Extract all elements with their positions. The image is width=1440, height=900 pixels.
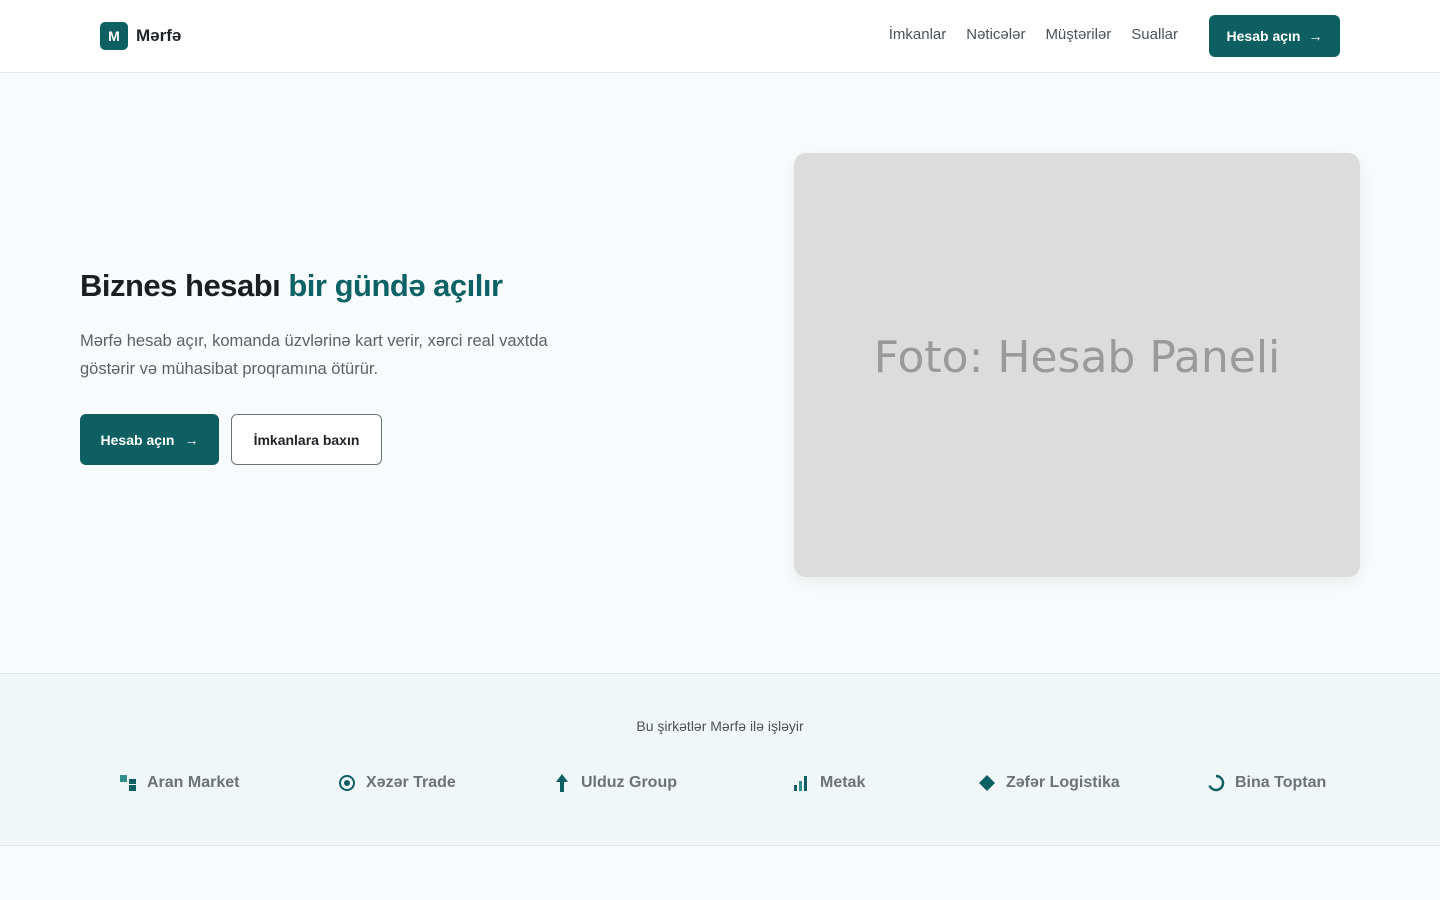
- company-ulduz-group: Ulduz Group: [553, 774, 677, 792]
- hero-image-placeholder: Foto: Hesab Paneli: [794, 153, 1360, 577]
- hero-secondary-label: İmkanlara baxın: [253, 431, 360, 448]
- partners-title: Bu şirkətlər Mərfə ilə işləyir: [636, 718, 804, 734]
- target-icon: [338, 774, 356, 792]
- refresh-arc-icon: [1207, 774, 1225, 792]
- company-metak: Metak: [792, 774, 865, 792]
- bar-chart-icon: [792, 774, 810, 792]
- logo-mark-icon: M: [100, 22, 128, 50]
- site-header: M Mərfə İmkanlar Nəticələr Müştərilər Su…: [0, 0, 1440, 73]
- header-cta-label: Hesab açın: [1226, 28, 1301, 44]
- brand-name: Mərfə: [136, 26, 182, 45]
- company-bina-toptan: Bina Toptan: [1207, 774, 1326, 792]
- company-name: Xəzər Trade: [366, 774, 456, 791]
- hero-subtitle: Mərfə hesab açır, komanda üzvlərinə kart…: [80, 332, 548, 378]
- nav-link-suallar[interactable]: Suallar: [1131, 26, 1178, 43]
- hero-title-accent: bir gündə açılır: [288, 268, 503, 303]
- hero-see-features-button[interactable]: İmkanlara baxın: [231, 414, 382, 465]
- arrow-up-icon: [553, 774, 571, 792]
- company-name: Zəfər Logistika: [1006, 774, 1120, 791]
- company-name: Metak: [820, 774, 866, 791]
- nav-link-imkanlar[interactable]: İmkanlar: [889, 26, 947, 43]
- company-xezer-trade: Xəzər Trade: [338, 774, 456, 792]
- hero-primary-label: Hesab açın: [100, 431, 175, 448]
- company-zefer-logistika: Zəfər Logistika: [978, 774, 1120, 792]
- hero-title-plain: Biznes hesabı: [80, 268, 289, 303]
- company-aran-market: Aran Market: [119, 774, 239, 792]
- hero-title: Biznes hesabı bir gündə açılır: [80, 268, 503, 304]
- main-nav: İmkanlar Nəticələr Müştərilər Suallar: [889, 26, 1178, 43]
- brand-logo[interactable]: M Mərfə: [100, 22, 181, 50]
- hero-open-account-button[interactable]: Hesab açın →: [80, 414, 219, 465]
- company-name: Aran Market: [147, 774, 240, 791]
- diamond-icon: [978, 774, 996, 792]
- arrow-right-icon: →: [184, 431, 199, 448]
- nav-link-musteriler[interactable]: Müştərilər: [1045, 26, 1111, 43]
- arrow-right-icon: →: [1308, 28, 1323, 44]
- nav-link-neticeler[interactable]: Nəticələr: [966, 26, 1025, 43]
- company-name: Ulduz Group: [581, 774, 677, 791]
- partners-strip: Bu şirkətlər Mərfə ilə işləyir Aran Mark…: [0, 673, 1440, 846]
- grid-squares-icon: [119, 774, 137, 792]
- company-name: Bina Toptan: [1235, 774, 1327, 791]
- header-open-account-button[interactable]: Hesab açın →: [1209, 15, 1340, 57]
- hero-image-label: Foto: Hesab Paneli: [873, 331, 1281, 383]
